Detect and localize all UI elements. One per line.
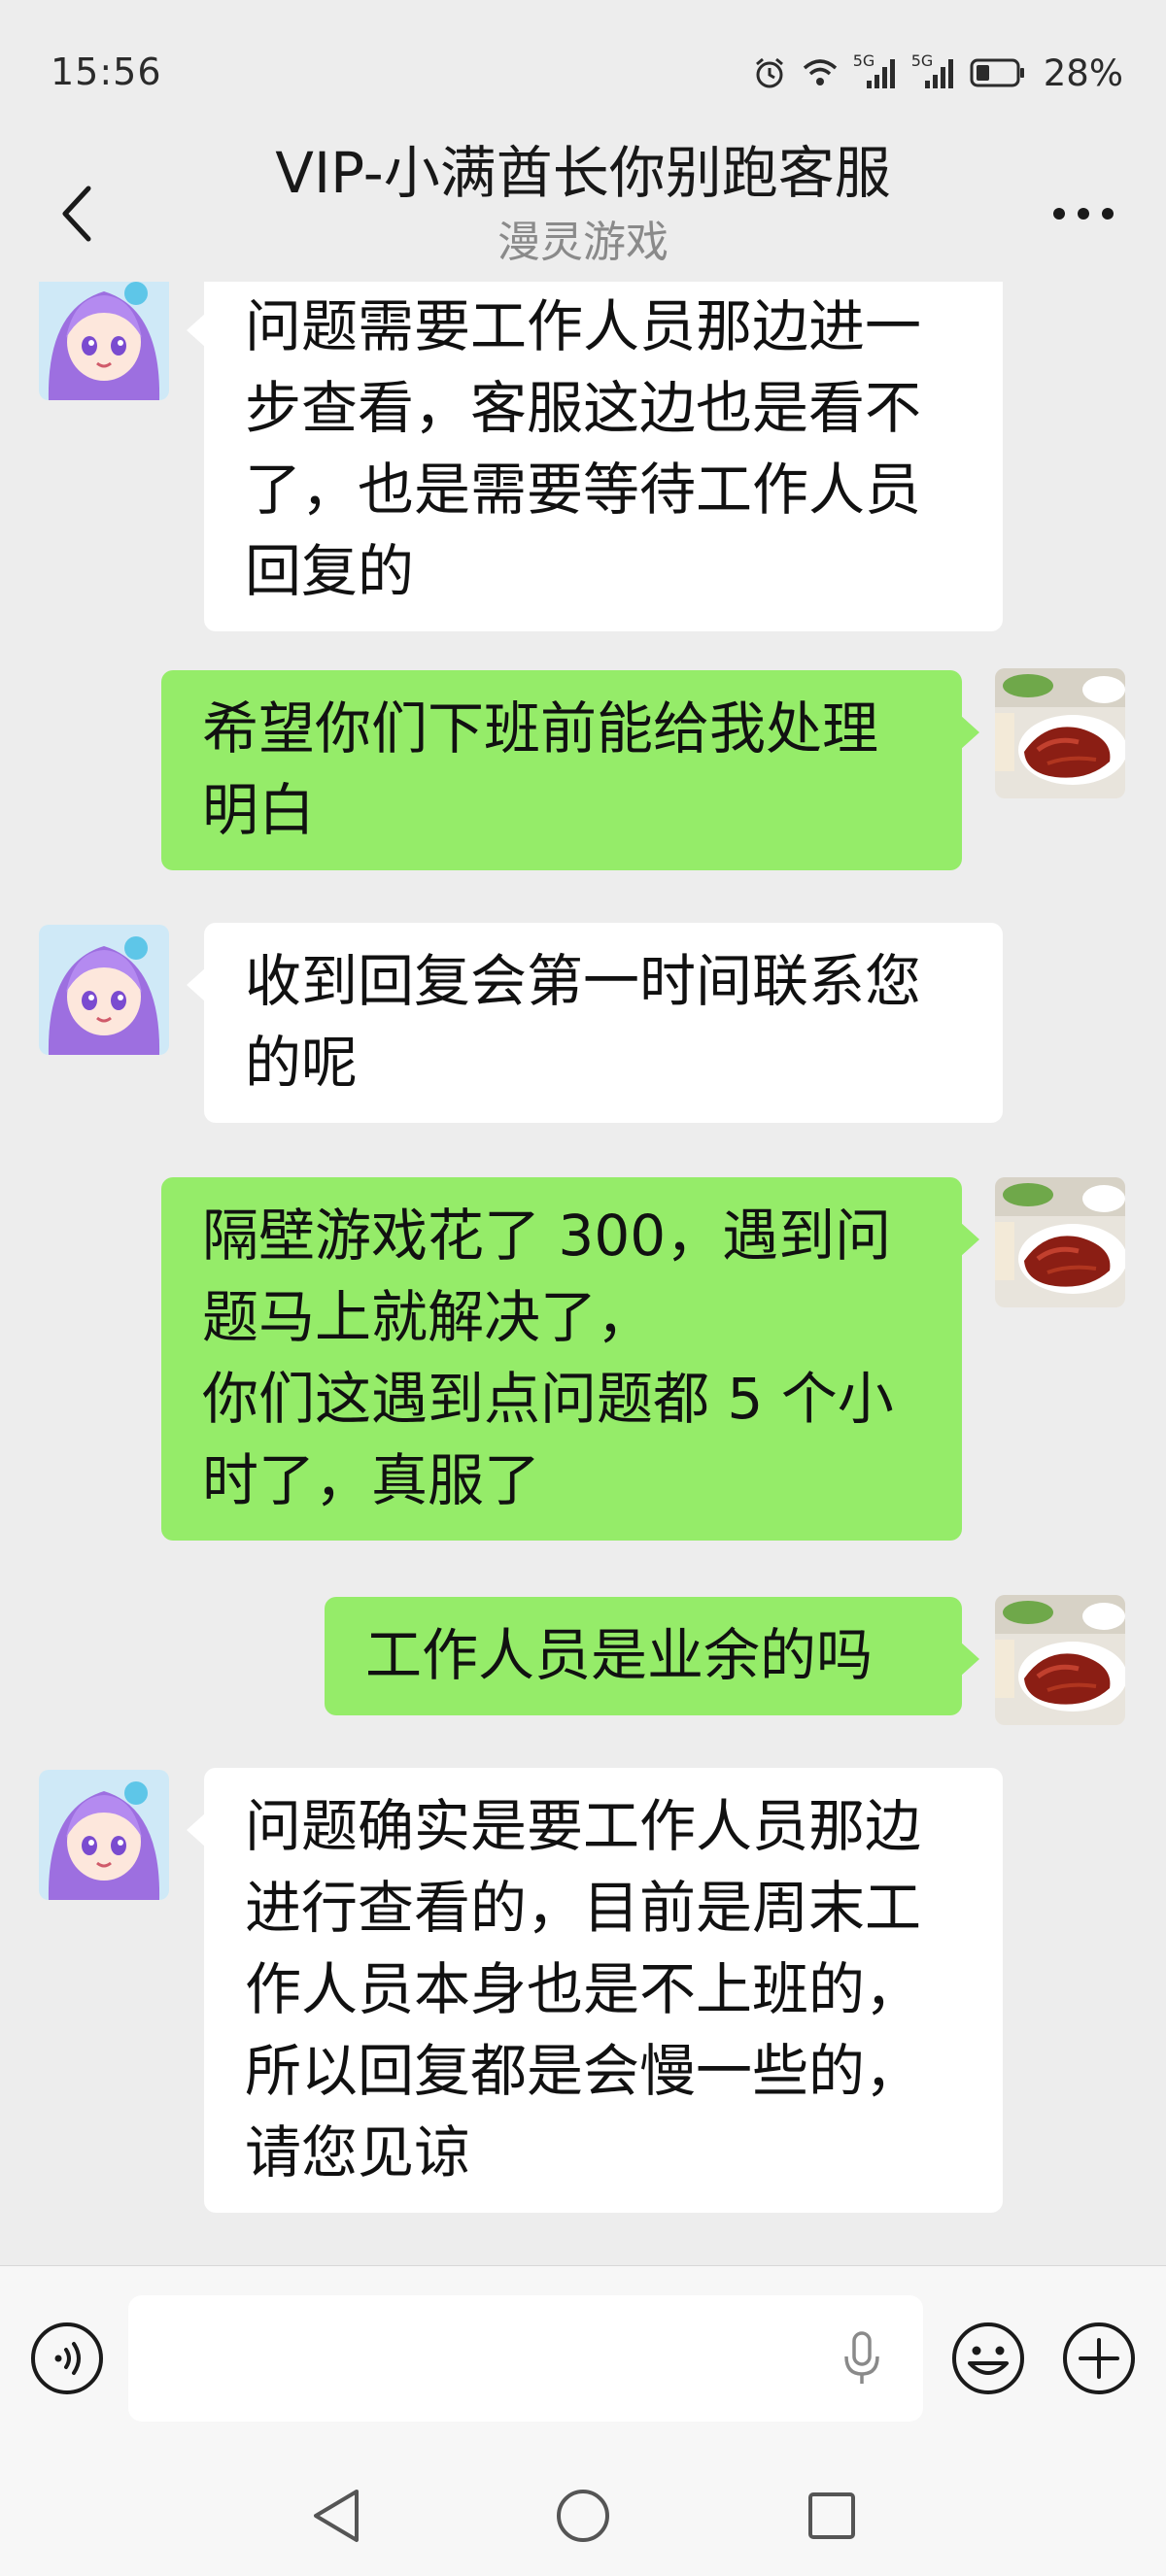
emoji-icon <box>952 2322 1024 2394</box>
message-text-line: 题马上就解决了， <box>202 1284 654 1350</box>
message-text-line: 所以回复都是会慢一些的， <box>245 2038 922 2104</box>
message-text-line: 明白 <box>202 777 316 843</box>
nav-home-button[interactable] <box>544 2477 622 2555</box>
message-text-line: 回复的 <box>245 538 415 604</box>
circle-home-icon <box>557 2490 609 2542</box>
message-text-line: 你们这遇到点问题都 5 个小 <box>202 1366 894 1432</box>
message-bubble-incoming[interactable]: 问题确实是要工作人员那边 进行查看的，目前是周末工 作人员本身也是不上班的， 所… <box>187 1768 1003 2213</box>
plus-icon <box>1063 2322 1135 2394</box>
food-avatar <box>995 1595 1125 1725</box>
agent-avatar[interactable] <box>39 1770 169 1900</box>
cellular-2-icon: 5G <box>911 51 956 90</box>
chat-header: VIP-小满酋长你别跑客服 漫灵游戏 <box>0 140 1166 282</box>
network-type-2: 5G <box>910 51 934 70</box>
message-text-line: 问题需要工作人员那边进一 <box>245 293 922 359</box>
my-avatar[interactable] <box>995 1177 1125 1307</box>
microphone-button[interactable] <box>828 2322 896 2394</box>
message-bubble-outgoing[interactable]: 工作人员是业余的吗 <box>325 1597 979 1715</box>
square-recents-icon <box>808 2492 855 2539</box>
message-text-line: 的呢 <box>245 1030 359 1096</box>
message-text-line: 步查看，客服这边也是看不 <box>245 375 922 441</box>
network-type-1: 5G <box>852 51 875 70</box>
message-bubble-outgoing[interactable]: 隔壁游戏花了 300，遇到问 题马上就解决了， 你们这遇到点问题都 5 个小 时… <box>161 1177 979 1541</box>
more-dots-icon <box>1053 208 1114 220</box>
message-text-line: 请您见谅 <box>245 2119 471 2186</box>
status-bar: 15:56 5G 5G 28% <box>0 0 1166 146</box>
cellular-1-icon: 5G <box>853 51 898 90</box>
anime-girl-avatar <box>39 925 169 1055</box>
message-input[interactable] <box>128 2295 923 2422</box>
message-bubble-incoming[interactable]: 收到回复会第一时间联系您 的呢 <box>187 923 1003 1123</box>
message-text-line: 时了，真服了 <box>202 1447 541 1513</box>
message-text-line: 收到回复会第一时间联系您 <box>245 948 922 1014</box>
my-avatar[interactable] <box>995 1595 1125 1725</box>
food-avatar <box>995 1177 1125 1307</box>
voice-toggle-button[interactable] <box>27 2319 107 2398</box>
wifi-icon <box>801 56 840 89</box>
status-indicators: 5G 5G 28% <box>752 49 1123 97</box>
nav-back-button[interactable] <box>297 2477 375 2555</box>
anime-girl-avatar <box>39 282 169 400</box>
message-text-line: 工作人员是业余的吗 <box>365 1622 874 1688</box>
message-text-line: 隔壁游戏花了 300，遇到问 <box>202 1203 892 1269</box>
food-avatar <box>995 668 1125 798</box>
chat-title: VIP-小满酋长你别跑客服 <box>275 140 891 206</box>
status-time: 15:56 <box>51 51 162 93</box>
message-text-line: 问题确实是要工作人员那边 <box>245 1793 922 1859</box>
message-bubble-outgoing[interactable]: 希望你们下班前能给我处理 明白 <box>161 670 979 870</box>
plus-button[interactable] <box>1059 2319 1139 2398</box>
triangle-back-icon <box>314 2490 359 2542</box>
agent-avatar[interactable] <box>39 282 169 400</box>
input-bar <box>0 2265 1166 2451</box>
microphone-icon <box>844 2331 879 2384</box>
message-text-line: 进行查看的，目前是周末工 <box>245 1875 922 1941</box>
chat-subtitle: 漫灵游戏 <box>497 218 669 267</box>
nav-recents-button[interactable] <box>793 2477 871 2555</box>
message-text-line: 希望你们下班前能给我处理 <box>202 695 879 762</box>
message-bubble-incoming[interactable]: 问题需要工作人员那边进一 步查看，客服这边也是看不 了，也是需要等待工作人员 回… <box>187 282 1003 631</box>
message-text-line: 作人员本身也是不上班的， <box>245 1956 922 2022</box>
anime-girl-avatar <box>39 1770 169 1900</box>
message-list[interactable]: 问题需要工作人员那边进一 步查看，客服这边也是看不 了，也是需要等待工作人员 回… <box>0 282 1166 2265</box>
agent-avatar[interactable] <box>39 925 169 1055</box>
alarm-icon <box>752 55 787 90</box>
battery-percent: 28% <box>1043 51 1123 94</box>
more-button[interactable] <box>1040 185 1127 243</box>
system-nav-bar <box>0 2450 1166 2576</box>
message-text-line: 了，也是需要等待工作人员 <box>245 457 922 523</box>
emoji-button[interactable] <box>948 2319 1028 2398</box>
my-avatar[interactable] <box>995 668 1125 798</box>
voice-toggle-icon <box>31 2322 103 2394</box>
battery-icon <box>970 58 1026 87</box>
